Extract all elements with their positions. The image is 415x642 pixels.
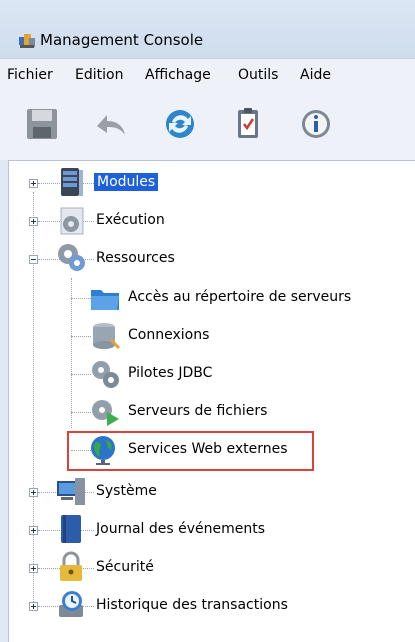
menu-bar: Fichier Edition Affichage Outils Aide: [0, 58, 415, 93]
file-server-icon: [92, 400, 119, 426]
title-bar: Management Console: [0, 0, 415, 58]
gears-icon: [92, 361, 119, 388]
expand-icon[interactable]: [29, 488, 38, 497]
tree-node-label[interactable]: Modules: [94, 173, 159, 191]
expand-icon[interactable]: [29, 602, 38, 611]
resources-gear-icon: [58, 244, 85, 271]
refresh-icon[interactable]: [162, 106, 198, 142]
tree-node-label[interactable]: Connexions: [128, 327, 209, 343]
expand-icon[interactable]: [29, 526, 38, 535]
tree-connector: [71, 336, 91, 337]
tree-node-label[interactable]: Ressources: [96, 250, 175, 266]
gear-icon: [60, 207, 84, 235]
highlight-box: [67, 431, 314, 471]
tree-connector: [71, 278, 72, 428]
history-clock-icon: [59, 591, 83, 617]
tree-node-label[interactable]: Exécution: [96, 212, 165, 228]
menu-aide[interactable]: Aide: [300, 67, 331, 83]
tree-node-label[interactable]: Accès au répertoire de serveurs: [128, 289, 351, 305]
tree-node-label[interactable]: Système: [96, 483, 157, 499]
info-icon[interactable]: [298, 106, 334, 142]
undo-icon[interactable]: [92, 106, 128, 142]
expand-icon[interactable]: [29, 217, 38, 226]
tree-node-label[interactable]: Pilotes JDBC: [128, 365, 212, 381]
folder-icon: [91, 290, 119, 310]
tree-connector: [71, 412, 91, 413]
modules-server-icon: [61, 168, 83, 196]
menu-outils[interactable]: Outils: [238, 67, 278, 83]
menu-fichier[interactable]: Fichier: [7, 67, 53, 83]
tree-connector: [71, 374, 91, 375]
tree-node-label[interactable]: Sécurité: [96, 559, 154, 575]
app-icon: [19, 34, 35, 48]
clipboard-icon[interactable]: [230, 106, 266, 142]
window-title: Management Console: [40, 31, 204, 49]
computer-icon: [57, 478, 85, 505]
tree-node-label[interactable]: Serveurs de fichiers: [128, 403, 267, 419]
save-icon[interactable]: [24, 106, 60, 142]
menu-edition[interactable]: Edition: [75, 67, 123, 83]
database-icon: [93, 323, 121, 350]
journal-book-icon: [61, 515, 81, 543]
expand-icon[interactable]: [29, 179, 38, 188]
expand-icon[interactable]: [29, 564, 38, 573]
lock-icon: [60, 551, 82, 581]
tree-node-label[interactable]: Journal des événements: [96, 521, 265, 537]
tree-connector: [71, 298, 91, 299]
toolbar: [0, 92, 415, 160]
menu-affichage[interactable]: Affichage: [145, 67, 211, 83]
collapse-icon[interactable]: [29, 255, 38, 264]
tree-node-label[interactable]: Historique des transactions: [96, 597, 288, 613]
